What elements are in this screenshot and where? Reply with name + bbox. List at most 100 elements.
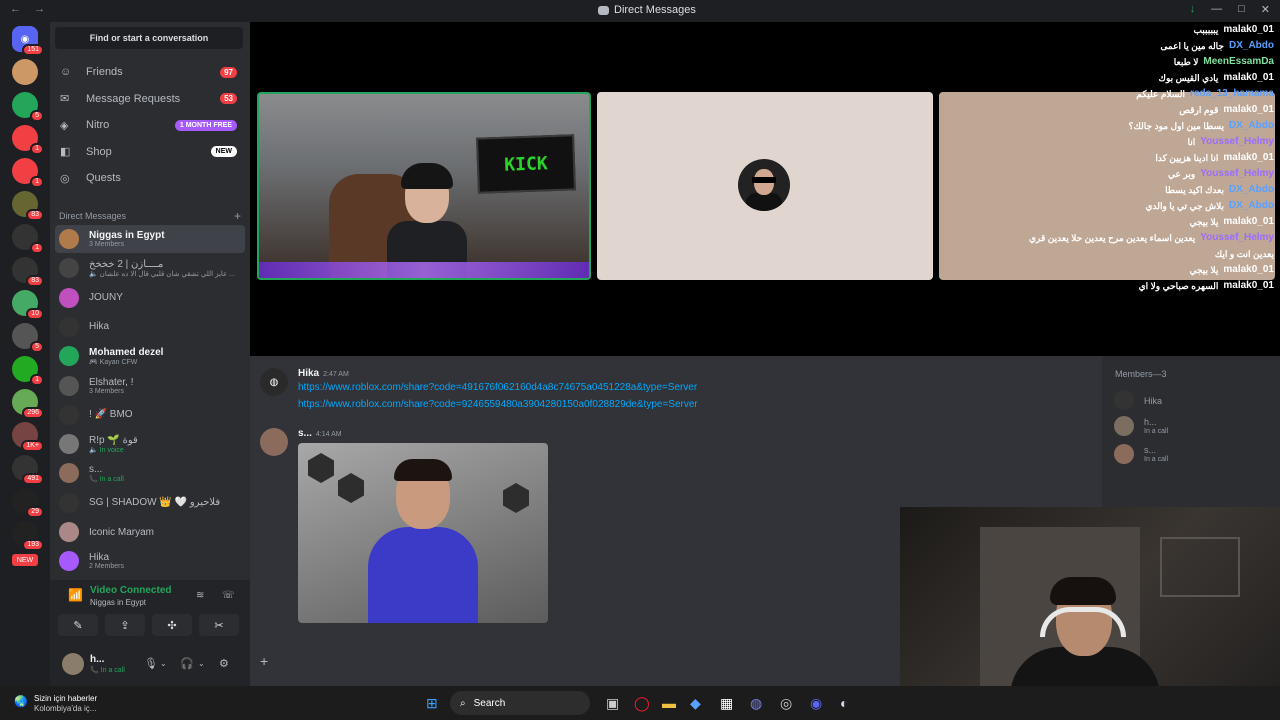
user-name[interactable]: h... [90, 654, 104, 665]
new-badge: NEW [210, 146, 237, 158]
teams-icon[interactable]: ◍ [750, 695, 762, 712]
server-icon[interactable]: 1 [12, 224, 44, 254]
member-name: h... [1144, 417, 1157, 427]
find-conversation-button[interactable]: Find or start a conversation [55, 27, 243, 49]
message-link[interactable]: https://www.roblox.com/share?code=924655… [298, 399, 698, 410]
server-icon[interactable]: 10 [12, 290, 44, 320]
avatar[interactable] [260, 428, 288, 456]
server-icon[interactable]: 83 [12, 191, 44, 221]
soundboard-button[interactable]: ✂ [199, 614, 239, 636]
stream-chat-message: انا ادينا هزيين كدا [1155, 153, 1219, 163]
dm-item[interactable]: SG | SHADOW 👑 🤍 فلاحيرو [55, 489, 245, 517]
mic-chevron-icon[interactable]: ⌄ [160, 659, 167, 668]
server-badge: 491 [22, 473, 44, 485]
stream-chat-message: جاله مين يا اعمى [1160, 41, 1224, 51]
server-icon[interactable]: 296 [12, 389, 44, 419]
disconnect-icon[interactable]: ☏ [222, 590, 235, 601]
server-icon[interactable]: 491 [12, 455, 44, 485]
chrome-icon[interactable]: ◎ [780, 695, 792, 712]
dm-item[interactable]: ! 🚀 BMO [55, 401, 245, 429]
member-item[interactable]: s... In a call [1114, 442, 1274, 468]
message-image[interactable] [298, 443, 548, 623]
server-icon[interactable]: 1 [12, 356, 44, 386]
task-view-icon[interactable]: ▣ [606, 695, 619, 712]
dm-item[interactable]: Elshater, ! 3 Members [55, 372, 245, 400]
back-icon[interactable]: ← [10, 3, 21, 15]
dm-subtitle: 📞 In a call [89, 475, 124, 483]
new-badge[interactable]: NEW [12, 554, 38, 566]
nav-quests[interactable]: ◎ Quests [55, 166, 245, 190]
discord-icon[interactable]: ◉ [810, 695, 822, 712]
message-link[interactable]: https://www.roblox.com/share?code=491676… [298, 382, 697, 393]
create-dm-icon[interactable]: + [234, 209, 241, 223]
video-tile-avatar[interactable] [597, 92, 933, 280]
headset-chevron-icon[interactable]: ⌄ [198, 659, 205, 668]
server-icon[interactable]: 1 [12, 158, 44, 188]
maximize-button[interactable]: □ [1238, 3, 1245, 16]
message-author[interactable]: s... [298, 428, 312, 439]
avatar [1114, 390, 1134, 410]
stream-chat-user: malak0_01 [1223, 104, 1274, 115]
message-author[interactable]: Hika [298, 368, 319, 379]
nav-nitro[interactable]: ◈ Nitro 1 MONTH FREE [55, 113, 245, 137]
stream-chat-user: Youssef_Helmy [1200, 136, 1274, 147]
steam-icon[interactable]: ◐ [840, 695, 848, 711]
member-item[interactable]: Hika [1114, 388, 1274, 414]
stream-chat-message: بلاش جي تي يا والدي [1145, 201, 1224, 211]
history-nav: ← → [10, 3, 45, 15]
server-badge: 193 [22, 539, 44, 551]
dm-item[interactable]: R!p 🌱 قوة 🔈 In voice [55, 430, 245, 458]
copilot-icon[interactable]: ◆ [690, 695, 701, 712]
server-icon[interactable]: 193 [12, 521, 44, 551]
stream-chat-line: وبر عي Youssef_Helmy [974, 166, 1274, 182]
home-button[interactable]: ◉ 151 [12, 26, 44, 56]
member-item[interactable]: h... In a call [1114, 414, 1274, 440]
server-icon[interactable]: 29 [12, 488, 44, 518]
opera-icon[interactable]: ◯ [634, 695, 650, 712]
settings-icon[interactable]: ⚙ [219, 657, 229, 670]
stream-chat-line: جاله مين يا اعمى DX_Abdo [974, 38, 1274, 54]
dm-item[interactable]: Niggas in Egypt 3 Members [55, 225, 245, 253]
avatar[interactable] [62, 653, 84, 675]
signal-icon[interactable]: 📶 [68, 588, 83, 602]
server-icon[interactable]: 1K+ [12, 422, 44, 452]
forward-icon[interactable]: → [34, 3, 45, 15]
dm-item[interactable]: مــــازن | 2 خخخخ 🔈 عايز اللي تشقي شان قل… [55, 254, 245, 282]
nav-friends[interactable]: ☺ Friends 97 [55, 60, 245, 84]
dm-item[interactable]: Hika 2 Members [55, 547, 245, 575]
dm-subtitle: 3 Members [89, 387, 125, 395]
server-icon[interactable]: 5 [12, 92, 44, 122]
server-icon[interactable]: 1 [12, 125, 44, 155]
dm-item[interactable]: Mohamed dezel 🎮 Kayan CFW [55, 342, 245, 370]
store-icon[interactable]: ▦ [720, 695, 733, 712]
server-icon[interactable]: 83 [12, 257, 44, 287]
dm-item[interactable]: s... 📞 In a call [55, 459, 245, 487]
close-button[interactable]: ✕ [1261, 3, 1270, 16]
nav-shop[interactable]: ◧ Shop NEW [55, 140, 245, 164]
headset-icon[interactable]: 🎧 [180, 657, 194, 670]
dm-item[interactable]: JOUNY [55, 284, 245, 312]
camera-off-button[interactable]: ✎ [58, 614, 98, 636]
folder-icon[interactable]: ▬ [662, 695, 676, 711]
activities-button[interactable]: ✣ [152, 614, 192, 636]
avatar[interactable]: ◍ [260, 368, 288, 396]
taskbar: ⊞ ⌕ Search ▣ ◯ ▬ ◆ ▦ ◍ ◎ ◉ ◐ [250, 686, 1280, 720]
news-notification[interactable]: 🌏 Sizin için haberler Kolombiya'da iç... [0, 686, 250, 720]
nav-mail[interactable]: ✉ Message Requests 53 [55, 87, 245, 111]
search-box[interactable]: ⌕ Search [450, 691, 590, 715]
video-tile-streamer[interactable]: KICK [257, 92, 591, 280]
download-icon[interactable]: ↓ [1190, 3, 1196, 16]
mic-icon[interactable]: 🎙 [144, 657, 158, 670]
voice-channel[interactable]: Niggas in Egypt [90, 598, 146, 607]
attach-plus-icon[interactable]: + [260, 653, 268, 669]
dm-name: Mohamed dezel [89, 346, 164, 358]
minimize-button[interactable]: — [1211, 3, 1222, 16]
dm-item[interactable]: Hika [55, 313, 245, 341]
screen-share-button[interactable]: ⇪ [105, 614, 145, 636]
windows-icon[interactable]: ⊞ [426, 695, 438, 712]
noise-suppression-icon[interactable]: ≋ [196, 590, 204, 601]
server-icon[interactable]: 5 [12, 323, 44, 353]
dm-item[interactable]: Iconic Maryam [55, 518, 245, 546]
server-icon[interactable] [12, 59, 38, 85]
server-badge: 1 [30, 143, 44, 155]
